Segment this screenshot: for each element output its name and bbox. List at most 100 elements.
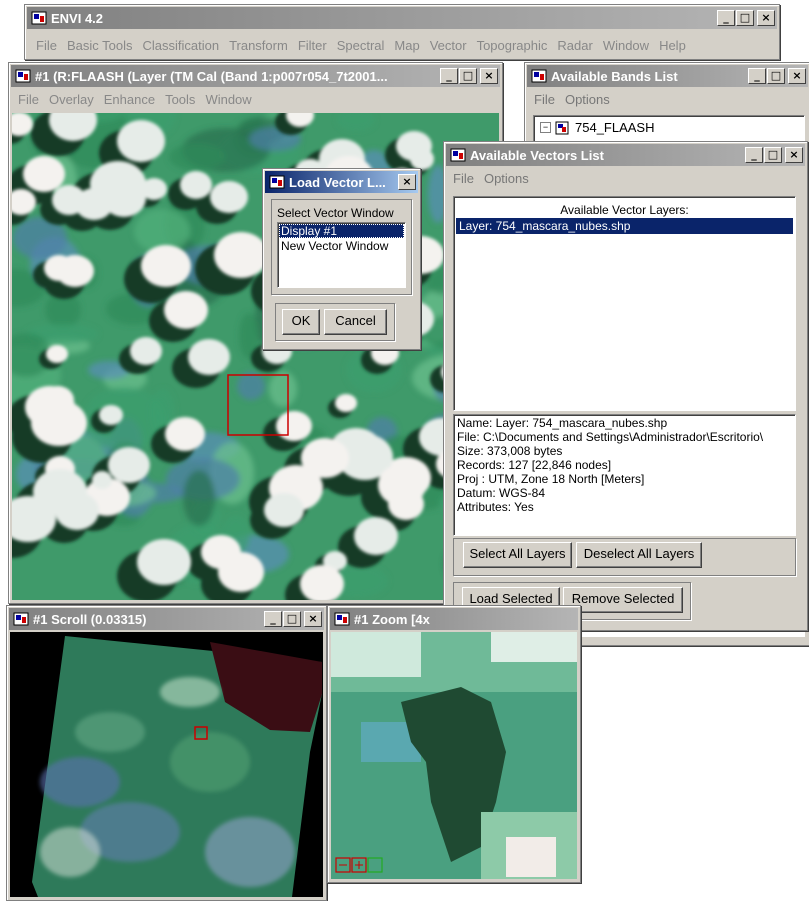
close-button[interactable]: ×	[480, 68, 498, 84]
main-menu-topographic[interactable]: Topographic	[472, 38, 553, 53]
bands-menu-options[interactable]: Options	[560, 92, 615, 107]
main-menu-transform[interactable]: Transform	[224, 38, 293, 53]
cloud	[137, 539, 191, 585]
cloud	[117, 120, 165, 162]
envi-main-menubar: File Basic Tools Classification Transform Fi…	[31, 35, 691, 55]
terrain-patch	[237, 372, 265, 400]
zoom-image-canvas[interactable]	[331, 632, 577, 879]
terrain-patch	[269, 371, 297, 407]
vector-info-lines: Name: Layer: 754_mascara_nubes.shp File: …	[454, 415, 795, 517]
cloud	[396, 131, 432, 161]
envi-window-icon	[334, 612, 350, 626]
bands-menu-file[interactable]: File	[529, 92, 560, 107]
zoom-window-title: #1 Zoom [4x	[354, 611, 430, 627]
image-menu-window[interactable]: Window	[200, 92, 256, 107]
image-menu-file[interactable]: File	[13, 92, 44, 107]
scroll-window-title: #1 Scroll (0.03315)	[33, 611, 147, 627]
option-display-1-label: Display #1	[281, 224, 338, 238]
vector-layers-list[interactable]: Available Vector Layers: Layer: 754_masc…	[453, 196, 796, 411]
select-all-layers-button[interactable]: Select All Layers	[463, 542, 572, 568]
minimize-button[interactable]: _	[717, 10, 735, 26]
tree-collapse-icon[interactable]: −	[540, 122, 551, 133]
close-button[interactable]: ×	[757, 10, 775, 26]
main-menu-window[interactable]: Window	[598, 38, 654, 53]
main-menu-map[interactable]: Map	[389, 38, 424, 53]
zoom-window-titlebar[interactable]: #1 Zoom [4x	[330, 608, 578, 630]
image-menu-enhance[interactable]: Enhance	[99, 92, 160, 107]
maximize-button[interactable]: □	[736, 10, 754, 26]
image-menu-tools[interactable]: Tools	[160, 92, 200, 107]
ok-button[interactable]: OK	[282, 309, 320, 335]
cloud	[301, 438, 349, 478]
load-dialog-titlebar[interactable]: Load Vector L... ×	[265, 171, 418, 193]
terrain-patch	[183, 470, 215, 526]
vector-layer-item[interactable]: Layer: 754_mascara_nubes.shp	[456, 218, 793, 234]
vectors-window-title: Available Vectors List	[470, 147, 604, 163]
image-window: #1 (R:FLAASH (Layer (TM Cal (Band 1:p007…	[8, 62, 503, 604]
envi-window-icon	[15, 69, 31, 83]
main-menu-vector[interactable]: Vector	[425, 38, 472, 53]
vector-info-line: Attributes: Yes	[457, 500, 534, 514]
cancel-button[interactable]: Cancel	[324, 309, 387, 335]
satellite-image-canvas[interactable]	[12, 113, 499, 600]
cloud	[141, 178, 167, 200]
vector-window-list[interactable]: Display #1 New Vector Window	[277, 222, 406, 288]
bands-window-menubar: File Options	[529, 89, 615, 109]
vectors-window-titlebar[interactable]: Available Vectors List _ □ ×	[446, 144, 805, 166]
select-vector-window-label: Select Vector Window	[277, 206, 394, 220]
vector-info-line: Name: Layer: 754_mascara_nubes.shp	[457, 416, 668, 430]
cloud	[180, 171, 212, 199]
maximize-button[interactable]: □	[767, 68, 785, 84]
cloud	[378, 464, 426, 506]
maximize-button[interactable]: □	[283, 611, 301, 627]
close-button[interactable]: ×	[785, 147, 803, 163]
cloud	[23, 156, 65, 192]
option-new-vector-window[interactable]: New Vector Window	[279, 239, 404, 253]
minimize-button[interactable]: _	[745, 147, 763, 163]
main-menu-classification[interactable]: Classification	[137, 38, 224, 53]
minimize-button[interactable]: _	[440, 68, 458, 84]
maximize-button[interactable]: □	[459, 68, 477, 84]
vector-info-line: Size: 373,008 bytes	[457, 444, 563, 458]
cloud	[210, 181, 248, 213]
envi-main-titlebar[interactable]: ENVI 4.2 _ □ ×	[27, 7, 777, 29]
vector-layers-header: Available Vector Layers:	[560, 203, 689, 217]
zoomed-image	[331, 632, 577, 879]
minimize-button[interactable]: _	[264, 611, 282, 627]
image-window-menubar: File Overlay Enhance Tools Window	[13, 89, 257, 109]
scroll-window-titlebar[interactable]: #1 Scroll (0.03315) _ □ ×	[9, 608, 324, 630]
cloud	[99, 405, 123, 425]
cloud	[188, 339, 230, 375]
cloud	[31, 400, 87, 446]
terrain-patch	[169, 143, 225, 171]
maximize-button[interactable]: □	[764, 147, 782, 163]
main-menu-spectral[interactable]: Spectral	[332, 38, 390, 53]
cloud	[264, 493, 304, 527]
envi-main-window: ENVI 4.2 _ □ × File Basic Tools Classifica…	[24, 4, 780, 60]
cloud	[164, 291, 208, 329]
vector-layer-label: Layer: 754_mascara_nubes.shp	[459, 219, 631, 233]
bands-window-title: Available Bands List	[551, 68, 678, 84]
vector-info-panel: Name: Layer: 754_mascara_nubes.shp File: …	[453, 414, 796, 536]
image-menu-overlay[interactable]: Overlay	[44, 92, 99, 107]
cloud	[214, 232, 268, 278]
close-button[interactable]: ×	[398, 174, 416, 190]
main-menu-filter[interactable]: Filter	[293, 38, 332, 53]
tree-item-754-flaash[interactable]: − 754_FLAASH	[540, 120, 655, 135]
vectors-menu-options[interactable]: Options	[479, 171, 534, 186]
remove-selected-button[interactable]: Remove Selected	[563, 587, 683, 613]
option-display-1[interactable]: Display #1	[279, 224, 404, 238]
image-window-titlebar[interactable]: #1 (R:FLAASH (Layer (TM Cal (Band 1:p007…	[11, 65, 500, 87]
main-menu-help[interactable]: Help	[654, 38, 691, 53]
deselect-all-layers-button[interactable]: Deselect All Layers	[576, 542, 702, 568]
main-menu-basic-tools[interactable]: Basic Tools	[62, 38, 138, 53]
envi-main-title: ENVI 4.2	[51, 10, 104, 26]
vectors-menu-file[interactable]: File	[448, 171, 479, 186]
minimize-button[interactable]: _	[748, 68, 766, 84]
close-button[interactable]: ×	[788, 68, 806, 84]
bands-window-titlebar[interactable]: Available Bands List _ □ ×	[527, 65, 808, 87]
main-menu-radar[interactable]: Radar	[552, 38, 597, 53]
main-menu-file[interactable]: File	[31, 38, 62, 53]
close-button[interactable]: ×	[304, 611, 322, 627]
scroll-image-canvas[interactable]	[10, 632, 323, 897]
